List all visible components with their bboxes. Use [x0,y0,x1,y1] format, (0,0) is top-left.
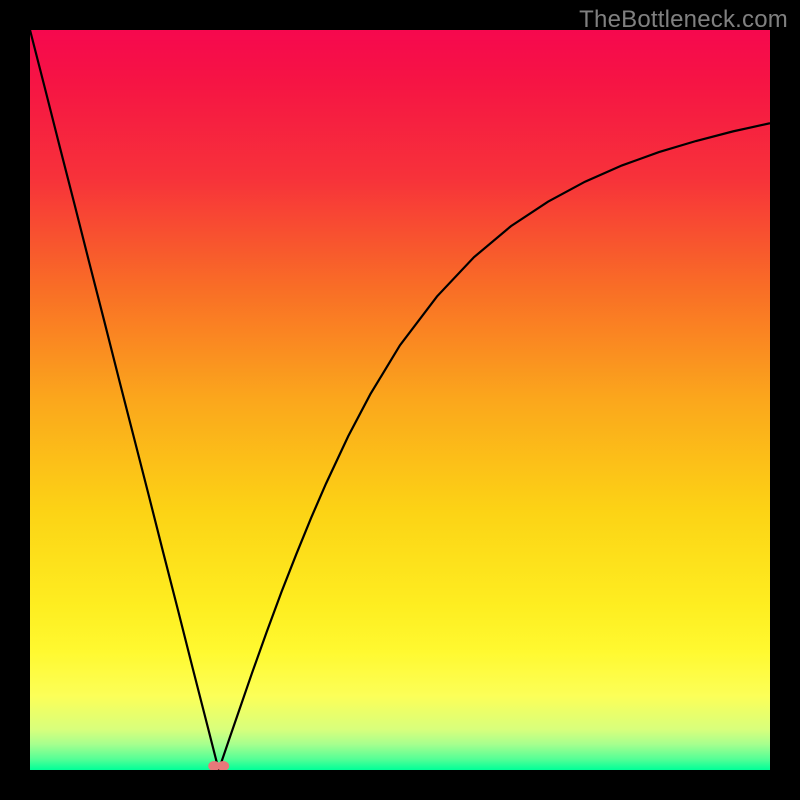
chart-canvas [30,30,770,770]
watermark-text: TheBottleneck.com [579,6,788,34]
plot-area [30,30,770,770]
gradient-background [30,30,770,770]
